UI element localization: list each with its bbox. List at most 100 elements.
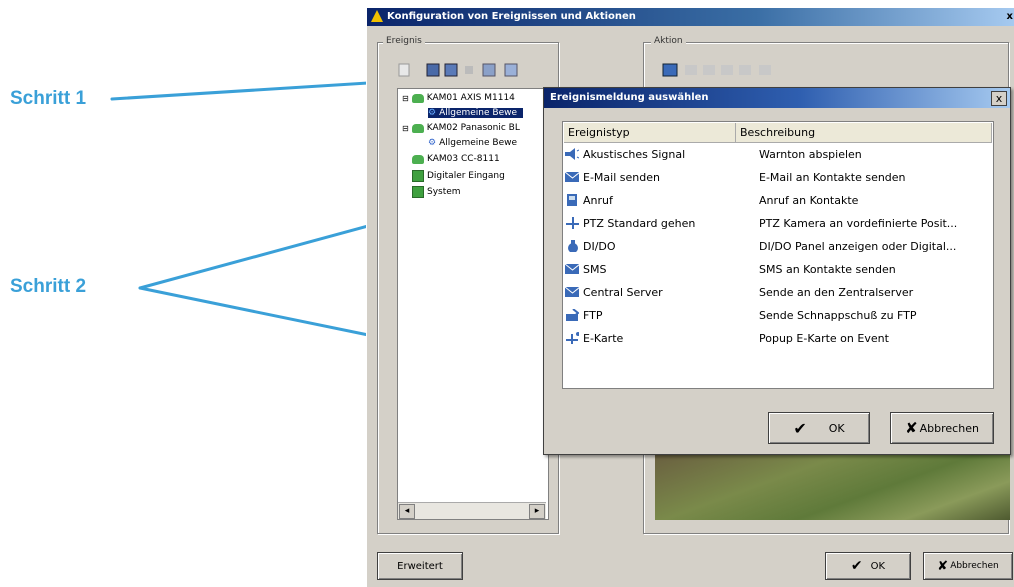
paste-icon bbox=[504, 63, 518, 77]
action-toolbar bbox=[662, 63, 771, 77]
action-group-label: Aktion bbox=[651, 36, 686, 46]
main-cancel-button[interactable]: ✘ Abbrechen bbox=[923, 552, 1013, 580]
speaker-icon bbox=[565, 148, 579, 160]
event-type-label: Anruf bbox=[583, 194, 613, 207]
event-type-label: E-Karte bbox=[583, 332, 624, 345]
event-description: Warnton abspielen bbox=[759, 148, 862, 161]
list-item[interactable]: Akustisches Signal Warnton abspielen bbox=[563, 145, 991, 168]
scroll-left-button[interactable]: ◂ bbox=[399, 504, 415, 519]
sms-icon bbox=[565, 263, 579, 274]
camera-icon bbox=[412, 154, 424, 164]
mail-icon bbox=[565, 171, 579, 182]
tree-item-system[interactable]: System bbox=[412, 186, 461, 198]
event-description: Popup E-Karte on Event bbox=[759, 332, 889, 345]
tree-item-kam01[interactable]: ⊟ KAM01 AXIS M1114 bbox=[402, 93, 515, 103]
digital-input-icon bbox=[412, 170, 424, 182]
paste-action-icon bbox=[739, 65, 751, 75]
list-item[interactable]: FTP Sende Schnappschuß zu FTP bbox=[563, 306, 991, 329]
add-action-icon bbox=[662, 63, 678, 77]
event-toolbar bbox=[398, 63, 518, 77]
callout-step1: Schritt 1 bbox=[10, 88, 87, 109]
tree-item-kam02[interactable]: ⊟ KAM02 Panasonic BL bbox=[402, 123, 520, 133]
system-icon bbox=[412, 186, 424, 198]
list-item[interactable]: E-Karte Popup E-Karte on Event bbox=[563, 329, 991, 352]
event-type-list[interactable]: Ereignistyp Beschreibung Akustisches Sig… bbox=[562, 121, 994, 389]
event-type-label: DI/DO bbox=[583, 240, 616, 253]
tree-item-kam03[interactable]: KAM03 CC-8111 bbox=[412, 154, 500, 164]
event-tree[interactable]: ⊟ KAM01 AXIS M1114 ⚙ Allgemeine Bewe ⊟ K… bbox=[397, 88, 549, 520]
camera-preview-image bbox=[655, 455, 1010, 520]
check-icon: ✔ bbox=[850, 558, 863, 574]
edit-action-icon bbox=[685, 65, 697, 75]
list-item[interactable]: DI/DO DI/DO Panel anzeigen oder Digital.… bbox=[563, 237, 991, 260]
dialog-ok-button[interactable]: ✔ OK bbox=[768, 412, 870, 444]
tree-item-label: KAM02 Panasonic BL bbox=[426, 123, 520, 133]
main-window-close-button[interactable]: x bbox=[1007, 8, 1013, 26]
test-action-icon bbox=[759, 65, 771, 75]
scroll-right-button[interactable]: ▸ bbox=[529, 504, 545, 519]
event-type-label: PTZ Standard gehen bbox=[583, 217, 696, 230]
phone-icon bbox=[567, 194, 577, 206]
save-all-icon bbox=[444, 63, 458, 77]
event-description: Anruf an Kontakte bbox=[759, 194, 859, 207]
collapse-icon[interactable]: ⊟ bbox=[402, 94, 409, 103]
list-item[interactable]: PTZ Standard gehen PTZ Kamera an vordefi… bbox=[563, 214, 991, 237]
cancel-button-label: Abbrechen bbox=[919, 421, 979, 435]
copy-action-icon bbox=[721, 65, 733, 75]
event-type-label: Central Server bbox=[583, 286, 663, 299]
main-window-titlebar: Konfiguration von Ereignissen und Aktion… bbox=[367, 8, 1014, 26]
collapse-icon[interactable]: ⊟ bbox=[402, 124, 409, 133]
event-message-dialog: Ereignismeldung auswählen x Ereignistyp … bbox=[543, 87, 1011, 455]
tree-item-label: KAM03 CC-8111 bbox=[427, 154, 500, 164]
ptz-arrows-icon bbox=[566, 217, 579, 229]
event-description: DI/DO Panel anzeigen oder Digital... bbox=[759, 240, 957, 253]
save-event-icon bbox=[426, 63, 440, 77]
tree-item-label: Digitaler Eingang bbox=[427, 171, 505, 181]
event-group-label: Ereignis bbox=[383, 36, 425, 46]
callout-step2: Schritt 2 bbox=[10, 276, 87, 297]
delete-action-icon bbox=[703, 65, 715, 75]
motion-icon: ⚙ bbox=[428, 138, 437, 148]
event-type-label: Akustisches Signal bbox=[583, 148, 686, 161]
ftp-icon bbox=[566, 309, 579, 321]
event-type-label: E-Mail senden bbox=[583, 171, 660, 184]
new-event-icon bbox=[398, 63, 410, 77]
tree-item-label: Allgemeine Bewe bbox=[439, 138, 518, 148]
camera-icon bbox=[411, 123, 424, 133]
server-mail-icon bbox=[565, 286, 579, 297]
main-ok-button[interactable]: ✔ OK bbox=[825, 552, 911, 580]
dialog-titlebar: Ereignismeldung auswählen bbox=[544, 88, 1010, 108]
list-item[interactable]: E-Mail senden E-Mail an Kontakte senden bbox=[563, 168, 991, 191]
list-item[interactable]: Anruf Anruf an Kontakte bbox=[563, 191, 991, 214]
event-description: E-Mail an Kontakte senden bbox=[759, 171, 906, 184]
copy-icon bbox=[482, 63, 496, 77]
tree-item-motion-2[interactable]: ⚙ Allgemeine Bewe bbox=[428, 138, 517, 148]
event-description: Sende Schnappschuß zu FTP bbox=[759, 309, 917, 322]
dialog-close-button[interactable]: x bbox=[991, 91, 1007, 106]
list-item[interactable]: Central Server Sende an den Zentralserve… bbox=[563, 283, 991, 306]
dialog-cancel-button[interactable]: ✘ Abbrechen bbox=[890, 412, 994, 444]
tree-item-digital-input[interactable]: Digitaler Eingang bbox=[412, 170, 505, 182]
list-item[interactable]: SMS SMS an Kontakte senden bbox=[563, 260, 991, 283]
ok-button-label: OK bbox=[870, 560, 886, 572]
cross-icon: ✘ bbox=[905, 419, 918, 437]
emap-icon bbox=[566, 332, 579, 344]
check-icon: ✔ bbox=[793, 418, 807, 438]
cut-icon bbox=[465, 66, 473, 74]
event-description: PTZ Kamera an vordefinierte Posit... bbox=[759, 217, 958, 230]
dialog-title: Ereignismeldung auswählen bbox=[550, 92, 709, 103]
column-header-description[interactable]: Beschreibung bbox=[736, 123, 992, 143]
horizontal-scrollbar[interactable]: ◂ ▸ bbox=[398, 502, 546, 519]
column-header-type[interactable]: Ereignistyp bbox=[564, 123, 736, 143]
camera-icon bbox=[411, 93, 424, 103]
tree-item-label: KAM01 AXIS M1114 bbox=[426, 93, 515, 103]
cancel-button-label: Abbrechen bbox=[950, 561, 999, 571]
event-type-label: SMS bbox=[583, 263, 607, 276]
event-description: Sende an den Zentralserver bbox=[759, 286, 914, 299]
advanced-button[interactable]: Erweitert bbox=[377, 552, 463, 580]
tree-item-label: System bbox=[427, 187, 461, 197]
tree-item-motion-1[interactable]: ⚙ Allgemeine Bewe bbox=[428, 108, 524, 118]
tree-item-label: Allgemeine Bewe bbox=[439, 108, 518, 118]
main-window-title: Konfiguration von Ereignissen und Aktion… bbox=[387, 11, 636, 22]
advanced-button-label: Erweitert bbox=[397, 560, 443, 572]
